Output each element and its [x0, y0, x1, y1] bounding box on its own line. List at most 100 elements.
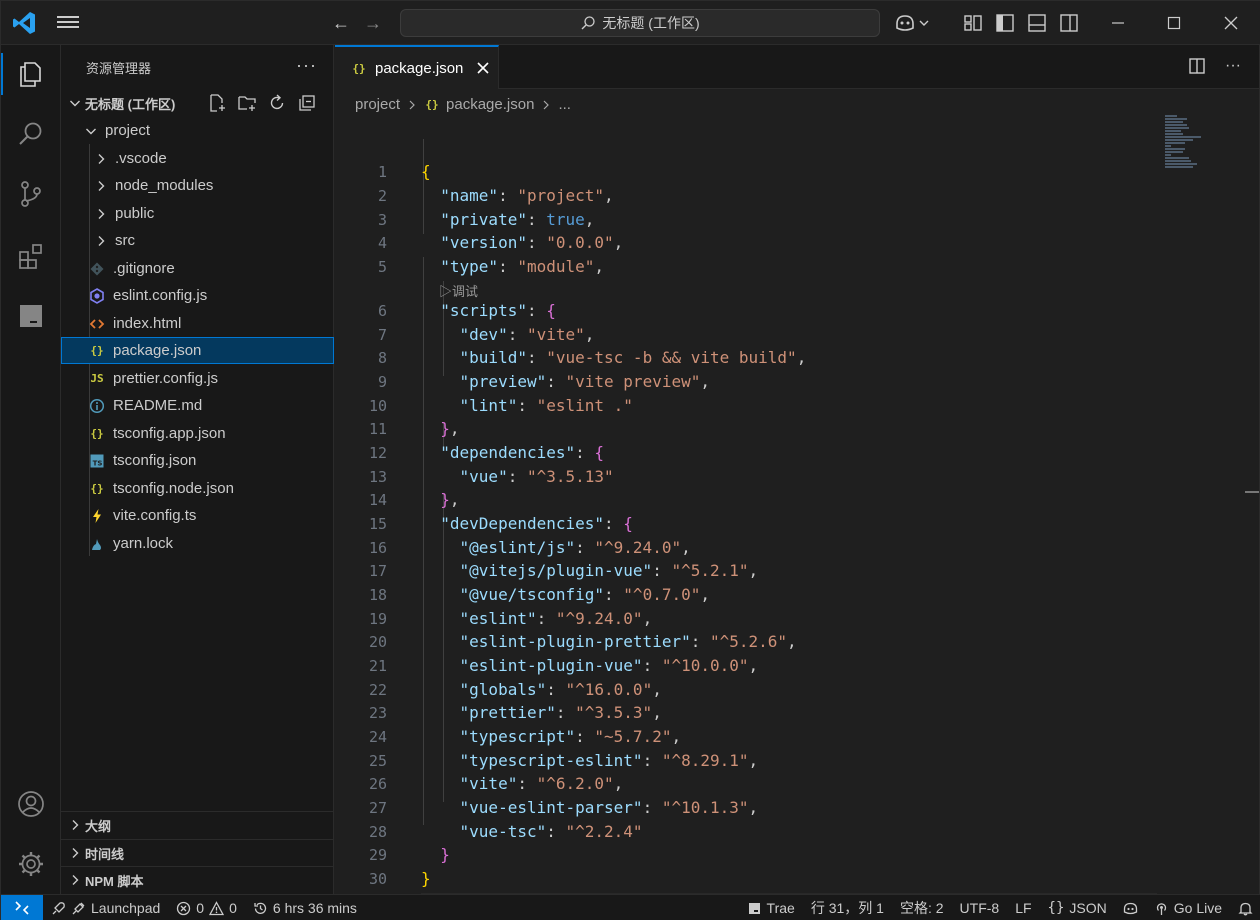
tree-file-tsconfig-node[interactable]: {} tsconfig.node.json	[61, 475, 334, 502]
toggle-primary-sidebar-icon[interactable]	[994, 12, 1016, 34]
settings-gear-icon[interactable]	[1, 839, 61, 889]
warning-icon	[209, 900, 225, 915]
scrollbar[interactable]	[1245, 491, 1259, 493]
tree-folder-vscode[interactable]: .vscode	[61, 145, 334, 172]
tree-folder-node-modules[interactable]: node_modules	[61, 172, 334, 199]
line-number: 16	[368, 539, 387, 557]
tree-file-gitignore[interactable]: .gitignore	[61, 255, 334, 282]
cursor-position-status[interactable]: 行 31，列 1	[803, 895, 892, 920]
tree-file-tsconfig[interactable]: TS tsconfig.json	[61, 447, 334, 474]
eslint-icon	[89, 287, 105, 304]
activity-bar	[1, 45, 61, 894]
json-icon: {}	[425, 97, 439, 111]
command-center-search[interactable]: 无标题 (工作区)	[400, 9, 880, 37]
outline-section[interactable]: 大纲	[61, 811, 334, 838]
new-file-icon[interactable]	[207, 93, 227, 113]
tree-item-label: .gitignore	[113, 260, 175, 277]
tree-item-label: index.html	[113, 315, 182, 332]
notifications-button[interactable]	[1230, 895, 1260, 920]
back-arrow-icon[interactable]: ←	[329, 11, 353, 35]
source-control-icon[interactable]	[1, 169, 61, 219]
tree-file-tsconfig-app[interactable]: {} tsconfig.app.json	[61, 420, 334, 447]
chevron-right-icon	[93, 151, 109, 167]
chevron-right-icon	[67, 817, 83, 833]
time-tracker-status[interactable]: 6 hrs 36 mins	[245, 895, 365, 920]
close-button[interactable]	[1216, 9, 1246, 37]
encoding-status[interactable]: UTF-8	[952, 895, 1008, 920]
breadcrumb-item[interactable]: package.json	[446, 96, 534, 113]
encoding-label: UTF-8	[959, 900, 1000, 916]
code-line: "globals": "^16.0.0",	[459, 680, 662, 699]
tree-file-vite-config[interactable]: vite.config.ts	[61, 502, 334, 529]
split-editor-icon[interactable]	[1187, 56, 1207, 76]
workspace-header[interactable]: 无标题 (工作区)	[61, 89, 333, 117]
language-mode-status[interactable]: {} JSON	[1040, 895, 1115, 920]
account-icon[interactable]	[1, 779, 61, 829]
breadcrumb-item[interactable]: ...	[558, 96, 571, 113]
tree-file-eslint-config[interactable]: eslint.config.js	[61, 282, 334, 309]
json-icon: {}	[90, 344, 104, 357]
tree-file-yarn-lock[interactable]: yarn.lock	[61, 530, 334, 557]
line-number: 19	[368, 610, 387, 628]
eol-status[interactable]: LF	[1007, 895, 1039, 920]
indentation-label: 空格: 2	[899, 900, 944, 916]
explorer-icon[interactable]	[1, 49, 61, 99]
search-icon[interactable]	[1, 109, 61, 159]
yarn-icon	[89, 536, 105, 552]
new-folder-icon[interactable]	[237, 93, 257, 113]
line-number: 12	[368, 444, 387, 462]
copilot-icon	[1123, 902, 1137, 914]
folder-project[interactable]: project	[61, 117, 334, 144]
tree-file-prettier-config[interactable]: JS prettier.config.js	[61, 365, 334, 392]
problems-status[interactable]: 0 0	[168, 895, 245, 920]
timeline-section[interactable]: 时间线	[61, 839, 334, 866]
launchpad-status[interactable]: Launchpad	[43, 895, 168, 920]
maximize-icon	[1167, 16, 1181, 30]
extensions-icon[interactable]	[1, 231, 61, 281]
tree-file-package-json[interactable]: {} package.json	[61, 337, 334, 364]
refresh-icon[interactable]	[267, 93, 287, 113]
collapse-all-icon[interactable]	[297, 93, 317, 113]
trae-status[interactable]: Trae	[739, 895, 803, 920]
forward-arrow-icon[interactable]: →	[361, 11, 385, 35]
code-line: },	[440, 419, 460, 438]
error-count: 0	[196, 900, 205, 916]
close-icon[interactable]	[475, 60, 491, 76]
vite-icon	[89, 508, 105, 524]
tree-file-readme[interactable]: README.md	[61, 392, 334, 419]
remote-indicator-button[interactable]	[1, 894, 43, 920]
tree-folder-public[interactable]: public	[61, 200, 334, 227]
go-live-button[interactable]: Go Live	[1146, 895, 1230, 920]
indentation-status[interactable]: 空格: 2	[892, 895, 952, 920]
customize-layout-icon[interactable]	[962, 12, 984, 34]
code-line: "@eslint/js": "^9.24.0",	[459, 538, 691, 557]
more-actions-icon[interactable]: ···	[296, 55, 317, 76]
code-editor[interactable]: 1 { 2 "name": "project", 3 "private": tr…	[335, 115, 1259, 916]
debug-codelens[interactable]: ▷调试	[439, 281, 478, 300]
toggle-secondary-sidebar-icon[interactable]	[1058, 12, 1080, 34]
copilot-status[interactable]	[1115, 895, 1146, 920]
line-number: 23	[368, 704, 387, 722]
tree-item-label: tsconfig.app.json	[113, 425, 226, 442]
more-actions-icon[interactable]: ···	[1223, 56, 1243, 76]
minimize-button[interactable]	[1103, 9, 1133, 37]
npm-scripts-section[interactable]: NPM 脚本	[61, 866, 334, 893]
code-line: "version": "0.0.0",	[440, 233, 624, 252]
tab-package-json[interactable]: {} package.json	[335, 45, 499, 89]
terminal-panel-icon[interactable]	[1, 291, 61, 341]
breadcrumb-item[interactable]: project	[355, 96, 400, 113]
tree-item-label: yarn.lock	[113, 535, 174, 552]
line-number: 24	[368, 728, 387, 746]
json-icon: {}	[90, 482, 104, 495]
tree-folder-src[interactable]: src	[61, 227, 334, 254]
toggle-panel-icon[interactable]	[1026, 12, 1048, 34]
code-line: "private": true,	[440, 210, 595, 229]
minimap[interactable]	[1165, 115, 1215, 175]
maximize-button[interactable]	[1159, 9, 1189, 37]
trae-icon	[748, 902, 760, 914]
tree-file-index-html[interactable]: index.html	[61, 310, 334, 337]
rocket-icon	[52, 901, 65, 914]
tree-item-label: tsconfig.json	[113, 452, 197, 469]
copilot-icon[interactable]	[894, 12, 934, 34]
menu-icon[interactable]	[57, 13, 79, 33]
